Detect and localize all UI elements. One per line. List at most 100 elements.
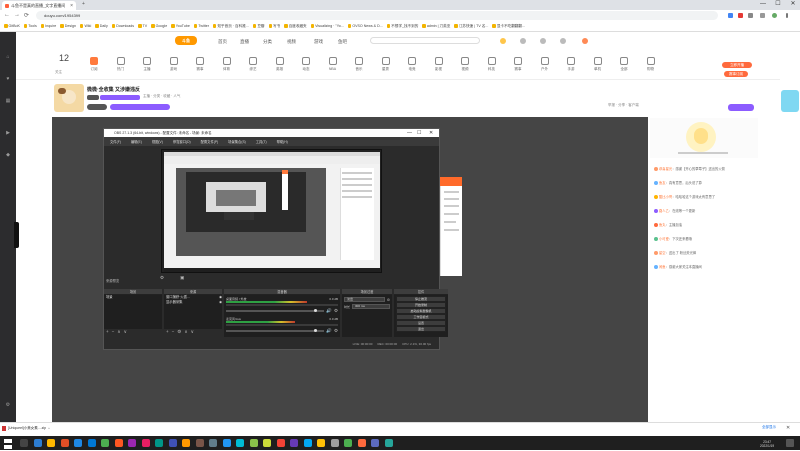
home-icon[interactable]: ⌂ [0,54,16,70]
add-scene-button[interactable]: + [106,329,109,335]
reload-icon[interactable]: ⟳ [24,12,29,19]
category-item[interactable]: 音乐 [353,57,365,72]
category-item[interactable]: NBA [327,57,339,71]
start-recording-button[interactable]: 开始录制 [396,302,446,308]
transition-select[interactable]: 淡出 [344,297,385,302]
extensions-puzzle-icon[interactable] [760,13,765,18]
download-options-icon[interactable]: ^ [48,427,50,431]
chat-username[interactable]: 鱼丸 [659,223,666,227]
chat-username[interactable]: 星空 [659,251,666,255]
source-up-button[interactable]: ∧ [184,329,187,335]
chat-username[interactable]: 酷比小哥 [659,195,672,199]
transition-settings-icon[interactable]: ⚙ [387,298,390,302]
taskbar-app-icon[interactable] [20,439,28,447]
taskbar-app-icon[interactable] [222,439,231,447]
speaker-icon[interactable]: 🔊 [326,328,332,334]
bookmark-item[interactable]: YouTube [171,24,190,28]
scene-down-button[interactable]: ∨ [124,329,127,335]
obs-menu-item[interactable]: 停靠窗口(D) [173,139,191,144]
follow-icon[interactable]: ♥ [0,76,16,92]
taskbar-app-icon[interactable] [209,439,217,447]
bookmark-item[interactable]: Inquire [40,24,56,28]
menu-icon[interactable] [786,13,788,18]
category-item[interactable]: 综艺 [247,57,259,72]
taskbar-app-icon[interactable] [87,439,96,447]
taskbar-app-icon[interactable] [155,439,163,447]
taskbar-app-icon[interactable] [263,439,271,447]
download-client-icon[interactable] [540,38,546,44]
follow-list-icon[interactable] [520,38,526,44]
taskbar-app-icon[interactable] [114,439,123,447]
taskbar-app-icon[interactable] [384,439,393,447]
bookmark-item[interactable]: 显卡不吃翻翻翻... [492,24,525,29]
history-icon[interactable] [500,38,506,44]
forward-icon[interactable]: → [14,12,20,18]
remove-scene-button[interactable]: − [112,329,115,335]
message-icon[interactable] [560,38,566,44]
bookmark-item[interactable]: Twitter [193,24,209,28]
taskbar-app-icon[interactable] [195,439,204,447]
scene-up-button[interactable]: ∧ [117,329,120,335]
settings-button[interactable]: 设置 [396,320,446,326]
extension-icon[interactable] [728,13,733,18]
volume-slider-knob[interactable] [314,309,317,313]
category-item[interactable]: 科技 [486,57,498,72]
obs-menu-item[interactable]: 场景集合(S) [228,139,246,144]
taskbar-app-icon[interactable] [371,439,379,447]
sidebar-collapse-handle[interactable] [14,222,19,248]
bookmark-item[interactable]: 知乎首页 · 百科推... [212,24,249,29]
notification-icon[interactable] [786,439,794,447]
maximize-button[interactable]: ☐ [771,0,785,8]
user-avatar[interactable] [582,38,588,44]
bookmark-item[interactable]: TV [138,24,147,28]
obs-filters-icon[interactable]: ▣ [180,275,184,281]
category-item[interactable]: 赛事 [512,57,524,72]
category-item[interactable]: 星秀 [380,57,392,72]
taskbar-app-icon[interactable] [47,439,55,447]
taskbar-app-icon[interactable] [60,439,69,447]
windows-start-icon[interactable] [4,439,12,449]
source-down-button[interactable]: ∨ [191,329,194,335]
category-item[interactable]: 户外 [539,57,551,72]
obs-menu-item[interactable]: 工具(T) [256,139,267,144]
tab-close-icon[interactable]: × [70,3,73,9]
report-share-links[interactable]: 举报 · 分享 · 客户端 [608,103,639,108]
bookmark-item[interactable]: 写书 [268,24,280,29]
nav-category[interactable]: 分类 [263,39,272,45]
category-item[interactable]: 视频 [459,57,471,72]
source-settings-icon[interactable]: ⚙ [177,329,181,335]
category-icon[interactable]: ▦ [0,98,16,114]
category-item[interactable]: 体育 [221,57,233,72]
taskbar-app-icon[interactable] [317,439,325,447]
taskbar-app-icon[interactable] [182,439,190,447]
obs-maximize-icon[interactable]: ☐ [417,129,421,137]
bookmark-item[interactable]: GitBoK [4,24,20,28]
bookmark-item[interactable]: Daily [95,24,108,28]
nav-video[interactable]: 视频 [287,39,296,45]
settings-icon[interactable]: ⚙ [0,402,16,418]
nav-live[interactable]: 直播 [240,39,249,45]
category-item[interactable]: 全部 [618,57,630,72]
eye-icon[interactable]: ◉ [219,300,222,305]
obs-menu-item[interactable]: 帮助(H) [277,139,288,144]
bookmark-item[interactable]: Wiki [79,24,91,28]
follow-button[interactable] [728,104,754,111]
profile-avatar[interactable] [772,13,777,18]
obs-menu-item[interactable]: 配置文件(P) [201,139,219,144]
category-item[interactable]: 赛事 [194,57,206,72]
chat-username[interactable]: 鱼友 [659,181,666,185]
room-category-badge[interactable] [100,95,140,100]
minimize-button[interactable]: — [756,0,770,8]
stop-streaming-button[interactable]: 停止推流 [396,296,446,302]
duration-input[interactable]: 300 ms [352,304,390,309]
category-item[interactable]: 动态 [300,57,312,72]
chat-username[interactable]: 小可爱 [659,237,669,241]
nav-game[interactable]: 游戏 [314,39,323,45]
source-item[interactable]: 显示器采集 [166,300,182,305]
site-search-input[interactable] [370,37,480,44]
category-item[interactable]: 热门 [115,57,127,72]
virtual-camera-button[interactable]: 启动虚拟摄像机 [396,308,446,314]
taskbar-app-icon[interactable] [290,439,298,447]
speaker-icon[interactable]: 🔊 [326,308,332,314]
chat-username[interactable]: 路人乙 [659,209,669,213]
